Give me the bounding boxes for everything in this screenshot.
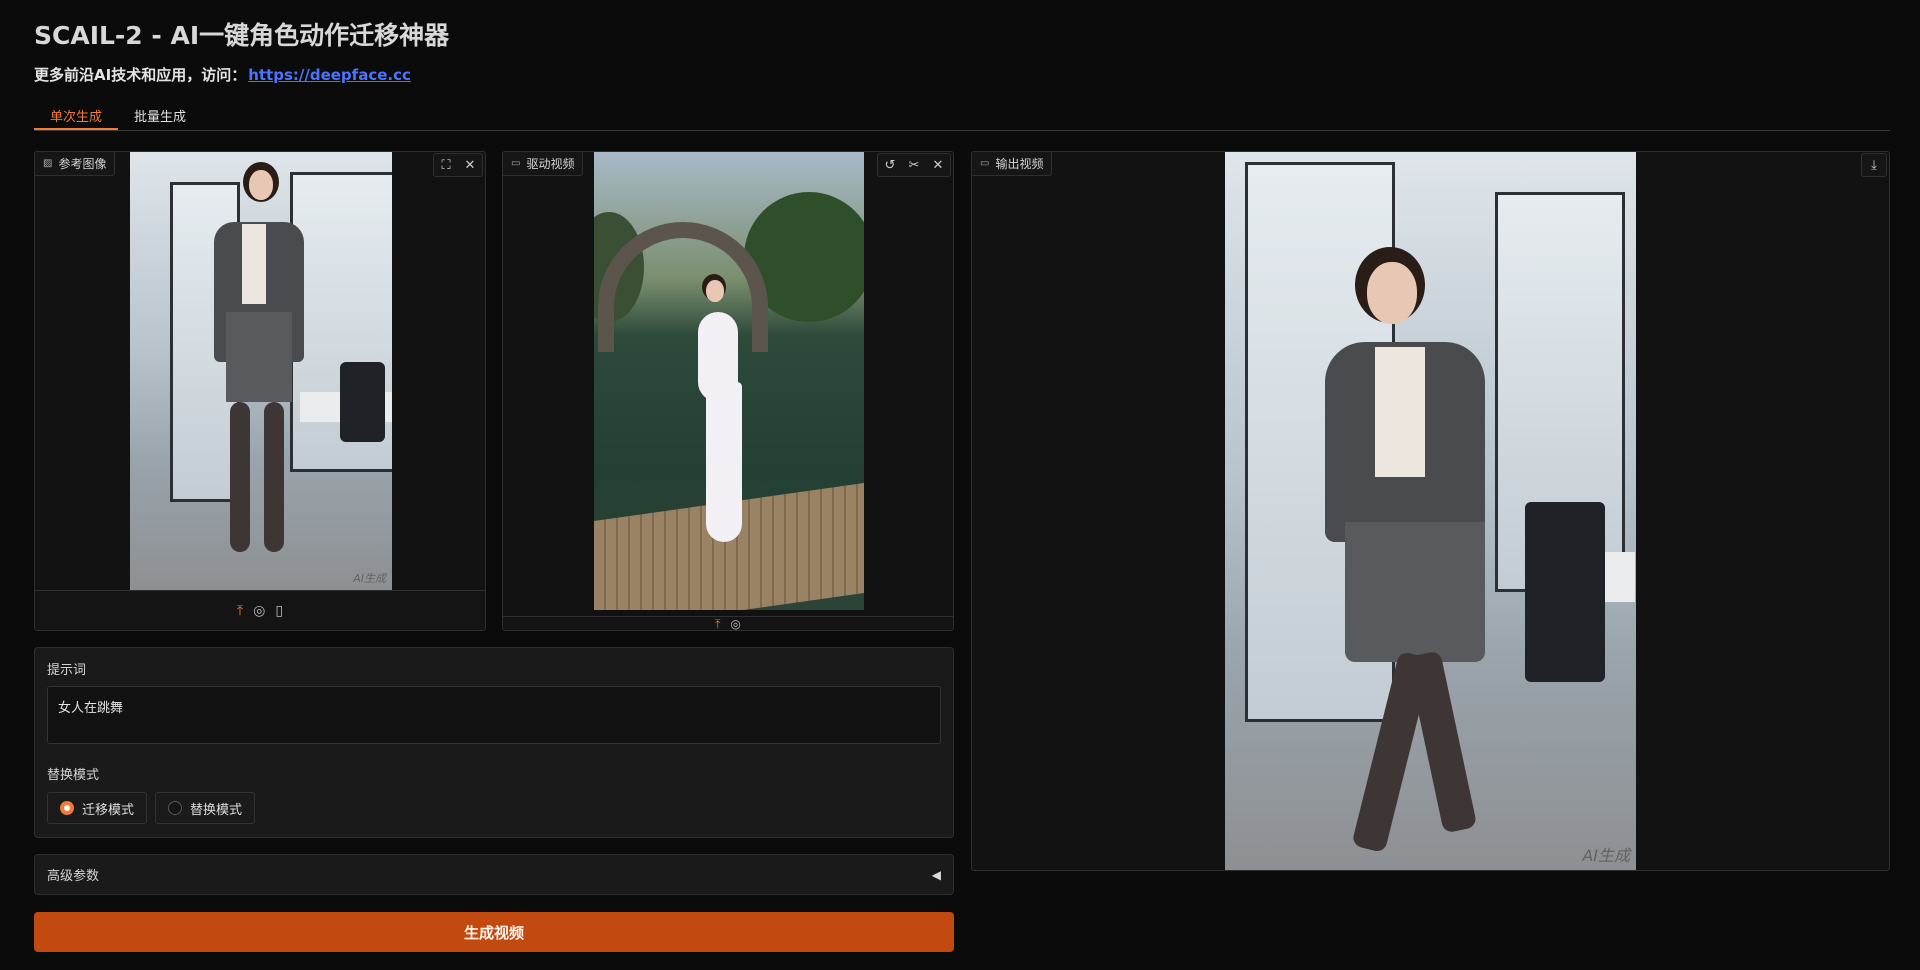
collapse-arrow-icon: ◀ bbox=[931, 867, 941, 882]
driving-video bbox=[594, 152, 864, 610]
driving-video-controls: ↺ ✂ ✕ bbox=[877, 153, 951, 177]
close-icon[interactable]: ✕ bbox=[926, 154, 950, 176]
page-title: SCAIL-2 - AI一键角色动作迁移神器 bbox=[34, 21, 450, 50]
mode-option-transfer[interactable]: 迁移模式 bbox=[47, 792, 148, 824]
output-video: AI生成 bbox=[1225, 152, 1636, 870]
subtitle-text: 更多前沿AI技术和应用，访问： bbox=[34, 66, 247, 84]
reference-image: AI生成 bbox=[130, 152, 392, 590]
upload-icon[interactable]: ⤒ bbox=[715, 617, 720, 630]
tab-batch-generate[interactable]: 批量生成 bbox=[118, 100, 202, 130]
driving-video-panel: ▭ 驱动视频 ↺ ✂ ✕ ⤒ ◎ bbox=[502, 151, 954, 631]
reference-image-label: ▨ 参考图像 bbox=[35, 152, 116, 176]
mode-option-replace-label: 替换模式 bbox=[190, 802, 243, 818]
driving-video-label-text: 驱动视频 bbox=[526, 157, 575, 171]
page-subtitle: 更多前沿AI技术和应用，访问： https://deepface.cc bbox=[34, 64, 411, 85]
prompt-input[interactable]: 女人在跳舞 bbox=[47, 686, 941, 744]
video-icon: ▭ bbox=[511, 158, 521, 169]
deepface-link[interactable]: https://deepface.cc bbox=[248, 66, 411, 84]
video-icon: ▭ bbox=[980, 158, 990, 169]
tab-bar: 单次生成 批量生成 bbox=[34, 100, 1890, 131]
prompt-label: 提示词 bbox=[47, 663, 87, 678]
download-icon[interactable]: ⤓ bbox=[1862, 154, 1886, 176]
mode-option-replace[interactable]: 替换模式 bbox=[155, 792, 256, 824]
output-watermark: AI生成 bbox=[1582, 846, 1630, 865]
scissors-icon[interactable]: ✂ bbox=[902, 154, 926, 176]
prompt-panel: 提示词 女人在跳舞 替换模式 迁移模式 替换模式 bbox=[34, 647, 954, 838]
close-icon[interactable]: ✕ bbox=[458, 154, 482, 176]
output-video-panel: ▭ 输出视频 ⤓ AI生成 bbox=[971, 151, 1890, 871]
driving-video-toolbar: ⤒ ◎ bbox=[503, 616, 953, 630]
fullscreen-icon[interactable]: ⛶ bbox=[434, 154, 458, 176]
output-video-controls: ⤓ bbox=[1861, 153, 1887, 177]
generate-video-button[interactable]: 生成视频 bbox=[34, 912, 954, 952]
radio-dot bbox=[60, 801, 74, 815]
webcam-icon[interactable]: ◎ bbox=[253, 603, 265, 619]
reference-image-label-text: 参考图像 bbox=[58, 157, 107, 171]
mode-label: 替换模式 bbox=[47, 768, 100, 783]
reference-image-panel: ▨ 参考图像 ⛶ ✕ AI生成 ⤒ ◎ ▯ bbox=[34, 151, 486, 631]
mode-option-transfer-label: 迁移模式 bbox=[82, 802, 135, 818]
radio-dot bbox=[168, 801, 183, 815]
undo-icon[interactable]: ↺ bbox=[878, 154, 902, 176]
advanced-params-accordion[interactable]: 高级参数 ◀ bbox=[34, 854, 954, 895]
advanced-params-label: 高级参数 bbox=[47, 869, 100, 884]
reference-image-controls: ⛶ ✕ bbox=[433, 153, 483, 177]
output-video-label-text: 输出视频 bbox=[995, 157, 1044, 171]
output-video-label: ▭ 输出视频 bbox=[972, 152, 1053, 176]
reference-image-toolbar: ⤒ ◎ ▯ bbox=[35, 590, 485, 630]
clipboard-icon[interactable]: ▯ bbox=[275, 603, 283, 619]
mode-radio-group: 迁移模式 替换模式 bbox=[47, 792, 256, 824]
upload-icon[interactable]: ⤒ bbox=[237, 603, 243, 619]
tab-single-generate[interactable]: 单次生成 bbox=[34, 100, 119, 130]
webcam-icon[interactable]: ◎ bbox=[730, 617, 740, 630]
reference-watermark: AI生成 bbox=[353, 572, 386, 585]
image-icon: ▨ bbox=[43, 158, 53, 169]
driving-video-label: ▭ 驱动视频 bbox=[503, 152, 584, 176]
